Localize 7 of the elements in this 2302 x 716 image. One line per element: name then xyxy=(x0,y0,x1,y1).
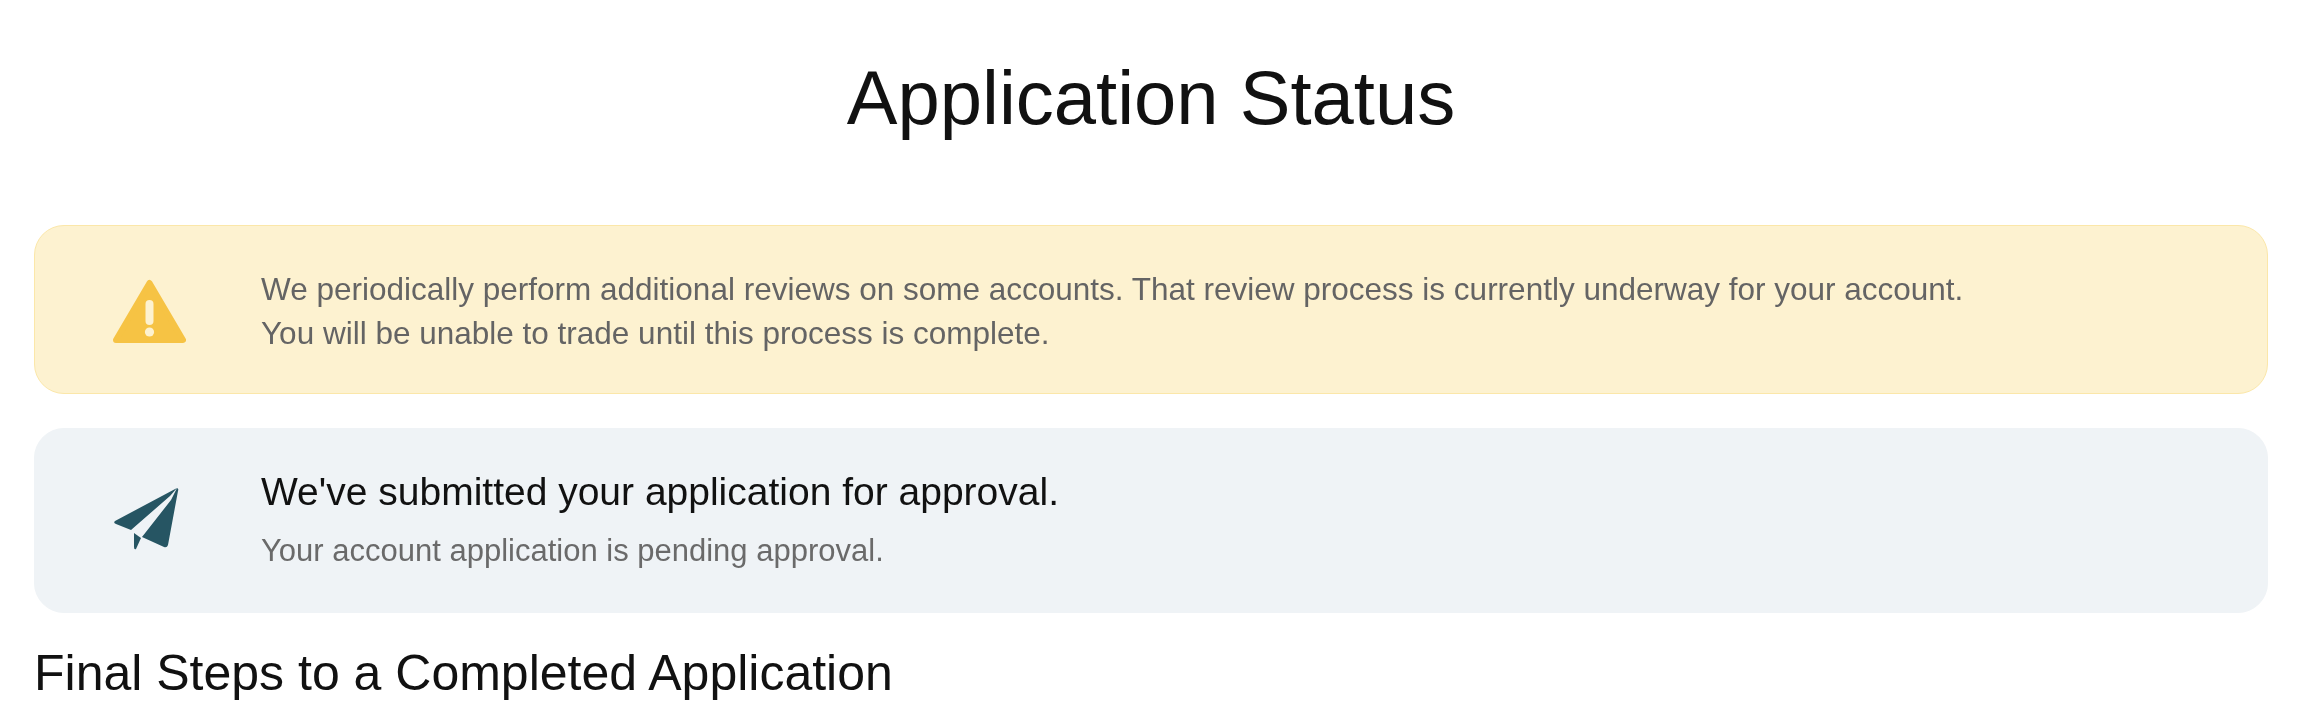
paper-plane-icon xyxy=(113,486,179,551)
notice-message: Your account application is pending approval. xyxy=(261,532,885,570)
notice-heading: We've submitted your application for approval. xyxy=(261,469,1059,515)
warning-icon xyxy=(113,278,186,344)
section-heading: Final Steps to a Completed Application xyxy=(34,644,893,703)
page-title: Application Status xyxy=(846,54,1456,142)
notice-message: We periodically perform additional reviews on some accounts. That review process is currently underway for your account. You will be unable to trade until this process is complete. xyxy=(261,270,1964,353)
